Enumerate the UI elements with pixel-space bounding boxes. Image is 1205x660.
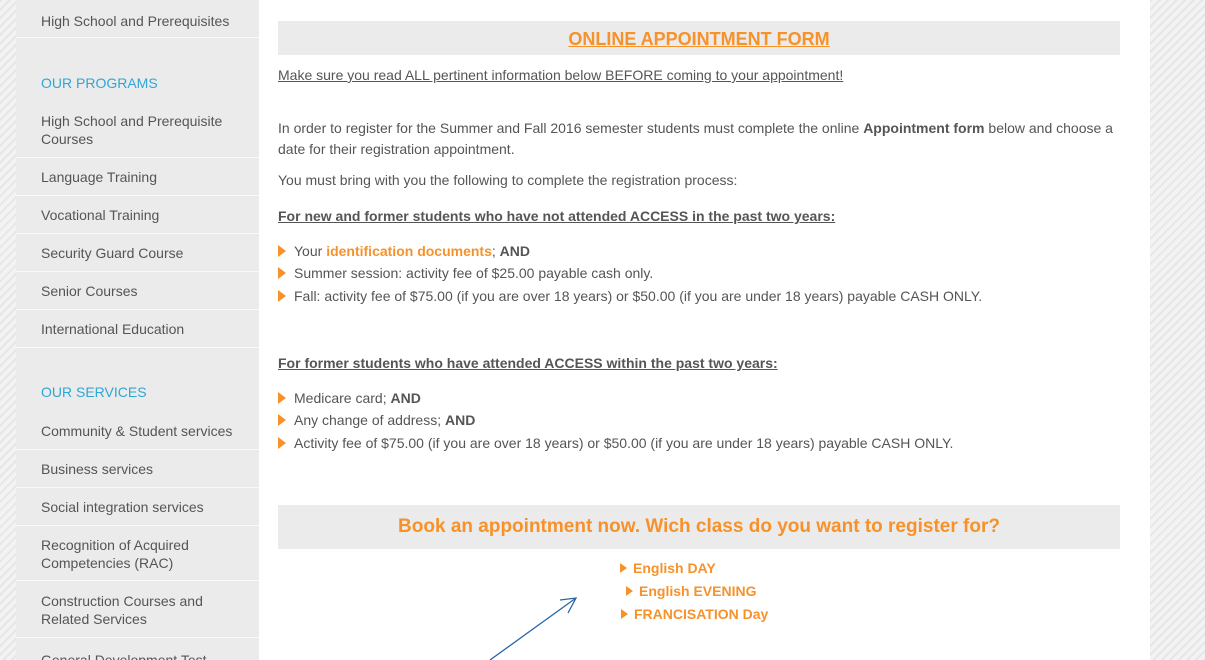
annotation-arrow-icon xyxy=(489,597,578,660)
